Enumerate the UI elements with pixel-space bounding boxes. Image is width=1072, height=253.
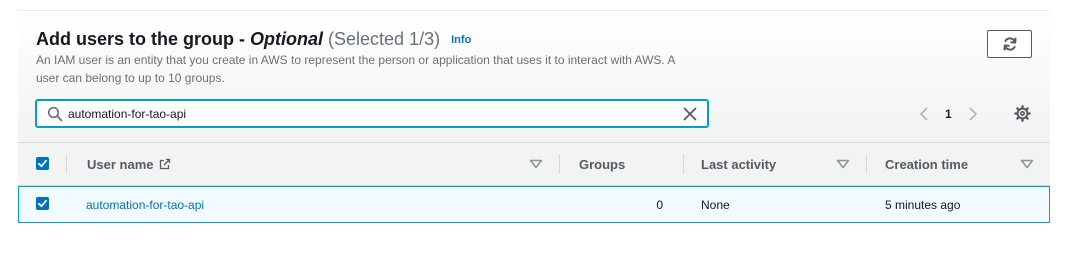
- chevron-left-icon: [920, 107, 928, 121]
- sort-caret-icon[interactable]: [836, 159, 850, 169]
- table-row[interactable]: automation-for-tao-api 0 None 5 minutes …: [18, 186, 1050, 223]
- chevron-right-icon: [969, 107, 977, 121]
- search-input[interactable]: [68, 103, 668, 124]
- column-header-label: Groups: [579, 156, 626, 172]
- section-title-main: Add users to the group -: [36, 29, 250, 49]
- close-icon[interactable]: [682, 106, 698, 122]
- pagination: 1: [918, 105, 979, 123]
- page-number-button[interactable]: 1: [945, 107, 952, 121]
- section-description: An IAM user is an entity that you create…: [36, 53, 675, 85]
- column-divider: [559, 154, 560, 174]
- selected-count: (Selected 1/3): [328, 29, 441, 49]
- column-header-label: Creation time: [885, 156, 969, 172]
- prev-page-button[interactable]: [918, 105, 930, 123]
- refresh-icon: [1003, 37, 1016, 51]
- column-header-label: Last activity: [701, 156, 777, 172]
- column-header-last-activity[interactable]: Last activity: [701, 143, 776, 185]
- last-activity-value: None: [701, 197, 730, 212]
- search-icon: [47, 106, 63, 122]
- info-link[interactable]: Info: [451, 34, 471, 46]
- select-all-checkbox[interactable]: [36, 157, 49, 170]
- column-header-user-name[interactable]: User name: [87, 143, 171, 185]
- groups-count: 0: [656, 197, 663, 212]
- gear-icon[interactable]: [1014, 105, 1031, 122]
- add-users-panel: Add users to the group - Optional (Selec…: [18, 10, 1050, 223]
- column-divider: [683, 154, 684, 174]
- table-header: User name Groups Last activity Creation …: [18, 142, 1050, 186]
- section-title: Add users to the group - Optional (Selec…: [36, 29, 471, 50]
- column-divider: [66, 154, 67, 174]
- checkmark-icon: [38, 159, 47, 168]
- sort-caret-icon[interactable]: [1020, 159, 1034, 169]
- column-header-label: User name: [87, 156, 154, 172]
- panel-header: Add users to the group - Optional (Selec…: [18, 11, 1050, 142]
- column-divider: [866, 154, 867, 174]
- column-header-creation-time[interactable]: Creation time: [885, 143, 968, 185]
- sort-caret-icon[interactable]: [529, 159, 543, 169]
- external-link-icon: [160, 158, 171, 169]
- creation-time-value: 5 minutes ago: [885, 197, 961, 212]
- checkmark-icon: [38, 199, 47, 208]
- refresh-button[interactable]: [987, 30, 1032, 58]
- column-header-groups: Groups: [579, 143, 625, 185]
- search-field[interactable]: [36, 100, 708, 127]
- user-name-link[interactable]: automation-for-tao-api: [86, 187, 204, 222]
- row-checkbox[interactable]: [36, 197, 49, 210]
- next-page-button[interactable]: [967, 105, 979, 123]
- section-title-optional: Optional: [250, 29, 323, 49]
